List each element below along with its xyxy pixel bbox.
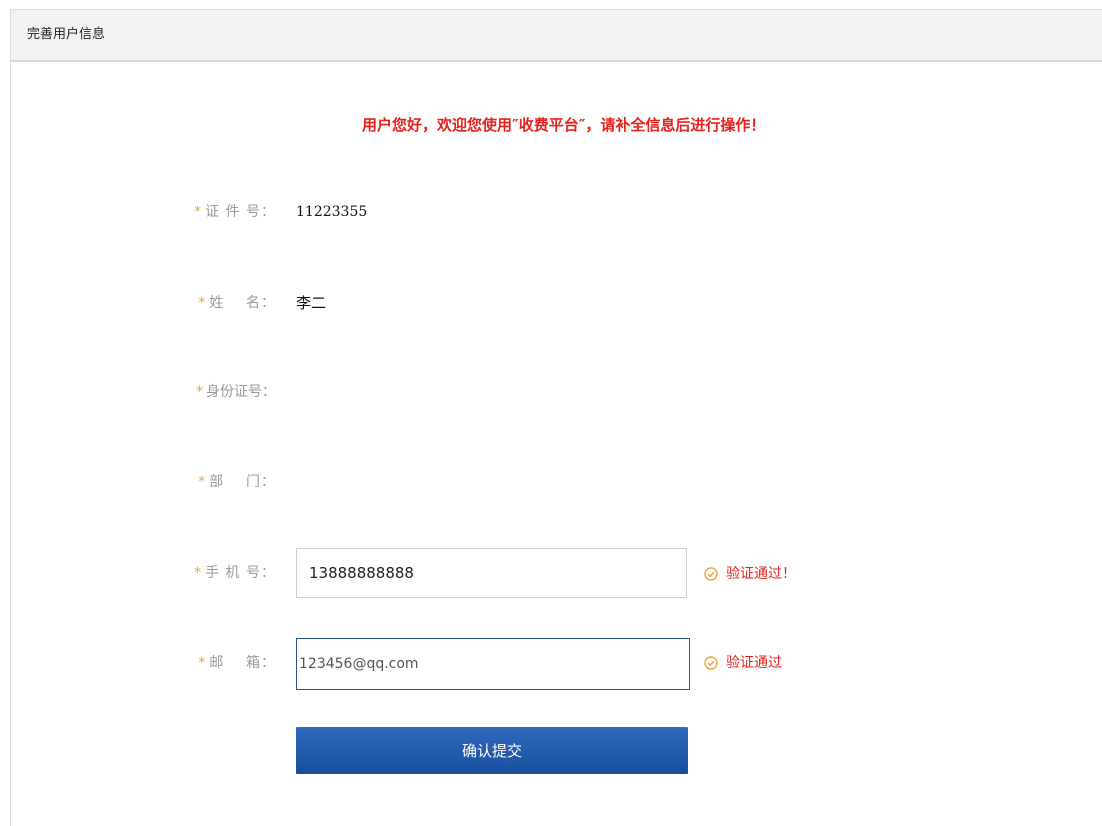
required-mark: * (198, 655, 207, 671)
id-card-label: * 身份证号： (196, 384, 276, 400)
phone-valid-text: 验证通过！ (726, 566, 796, 582)
required-mark: * (196, 384, 203, 400)
panel-header: 完善用户信息 (11, 10, 1102, 62)
email-input[interactable] (296, 638, 690, 690)
submit-button[interactable]: 确认提交 (296, 727, 688, 774)
required-mark: * (194, 204, 203, 220)
phone-label: * 手 机 号： (194, 565, 276, 581)
cert-no-value: 11223355 (296, 204, 368, 220)
required-mark: * (198, 474, 207, 490)
welcome-message: 用户您好，欢迎您使用″收费平台″，请补全信息后进行操作！ (362, 116, 766, 134)
email-label: * 邮 箱： (198, 655, 276, 671)
panel-title: 完善用户信息 (27, 27, 106, 42)
phone-input[interactable] (296, 548, 687, 598)
check-circle-icon (704, 656, 718, 670)
name-label: * 姓 名： (198, 295, 276, 311)
email-valid-status: 验证通过 (704, 654, 782, 672)
email-valid-text: 验证通过 (726, 655, 782, 671)
name-value: 李二 (296, 294, 327, 312)
required-mark: * (194, 565, 203, 581)
required-mark: * (198, 295, 207, 311)
check-circle-icon (704, 567, 718, 581)
cert-no-label: * 证 件 号： (194, 204, 276, 220)
department-label: * 部 门： (198, 474, 276, 490)
phone-valid-status: 验证通过！ (704, 565, 796, 583)
